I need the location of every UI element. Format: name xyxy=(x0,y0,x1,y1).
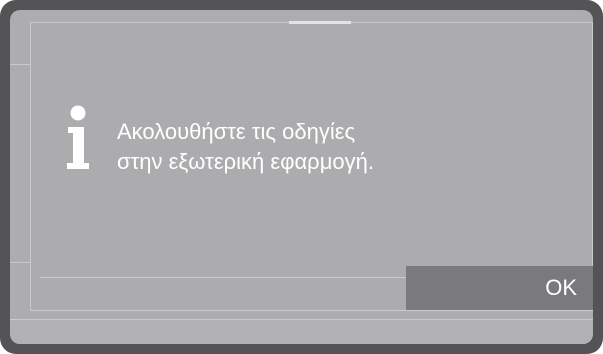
message-line-2: στην εξωτερική εφαρμογή. xyxy=(117,149,374,174)
screen-edge-marker xyxy=(10,64,32,65)
dialog-message: Ακολουθήστε τις οδηγίες στην εξωτερική ε… xyxy=(117,117,374,177)
info-icon xyxy=(67,105,89,169)
dialog-top-handle xyxy=(289,21,351,24)
device-frame: Ακολουθήστε τις οδηγίες στην εξωτερική ε… xyxy=(0,0,603,354)
message-line-1: Ακολουθήστε τις οδηγίες xyxy=(117,119,356,144)
bottom-band xyxy=(10,319,593,344)
screen-edge-marker xyxy=(10,262,32,263)
ok-button[interactable]: OK xyxy=(406,266,593,310)
display-screen: Ακολουθήστε τις οδηγίες στην εξωτερική ε… xyxy=(10,10,593,344)
